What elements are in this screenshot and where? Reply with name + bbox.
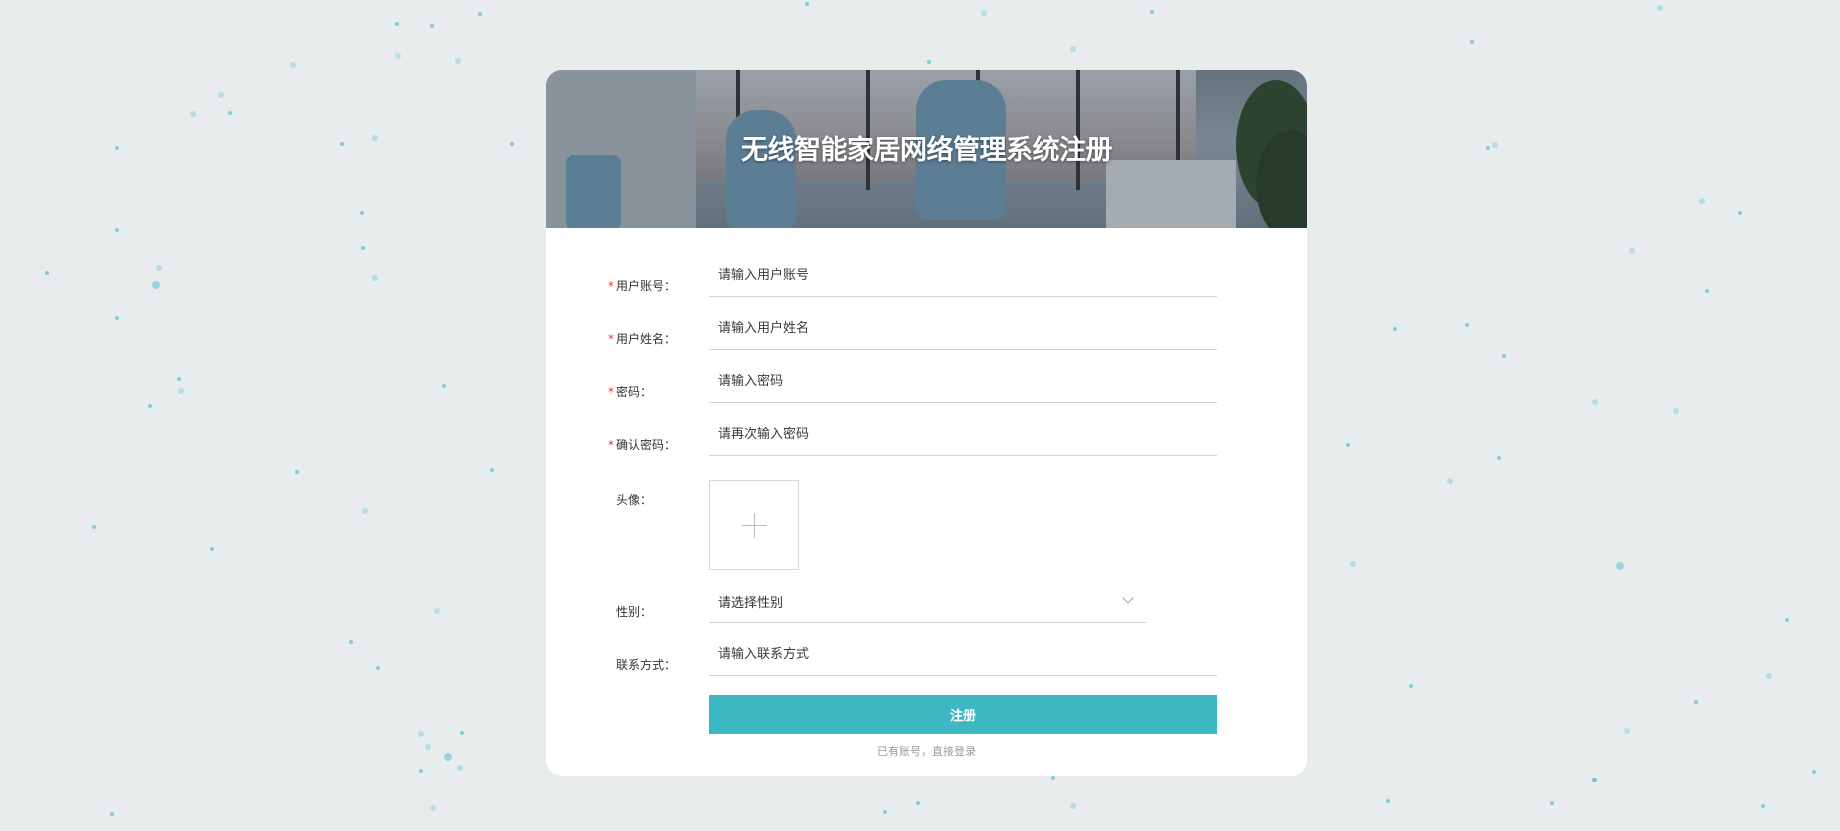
register-button[interactable]: 注册 — [709, 695, 1217, 734]
contact-field — [709, 636, 1217, 676]
required-mark: * — [608, 438, 614, 452]
gender-label: 性别： — [616, 605, 653, 619]
password-label: * 密码： — [608, 385, 653, 399]
confirm-password-label: * 确认密码： — [608, 438, 677, 452]
account-input[interactable] — [718, 263, 1198, 287]
confirm-password-field — [709, 416, 1217, 456]
password-input[interactable] — [718, 369, 1198, 393]
banner-image: 无线智能家居网络管理系统注册 — [546, 70, 1307, 228]
page-title: 无线智能家居网络管理系统注册 — [741, 135, 1113, 166]
chevron-down-icon — [1122, 592, 1134, 604]
contact-label: 联系方式： — [616, 658, 677, 672]
name-input[interactable] — [718, 316, 1198, 340]
required-mark: * — [608, 332, 614, 346]
password-field — [709, 363, 1217, 403]
required-mark: * — [608, 385, 614, 399]
register-card: 无线智能家居网络管理系统注册 *用户账号： *用户姓名： *密码： *确认密码：… — [546, 70, 1307, 776]
avatar-upload[interactable] — [709, 480, 799, 570]
account-label: * 用户账号： — [608, 279, 677, 293]
name-field — [709, 310, 1217, 350]
confirm-password-input[interactable] — [718, 422, 1198, 446]
gender-select-value: 请选择性别 — [718, 596, 784, 611]
gender-select[interactable]: 请选择性别 — [709, 583, 1146, 623]
name-label: * 用户姓名： — [608, 332, 677, 346]
account-field — [709, 257, 1217, 297]
contact-input[interactable] — [718, 642, 1198, 666]
login-link[interactable]: 已有账号，直接登录 — [546, 743, 1307, 759]
avatar-label: 头像： — [616, 493, 653, 507]
required-mark: * — [608, 279, 614, 293]
